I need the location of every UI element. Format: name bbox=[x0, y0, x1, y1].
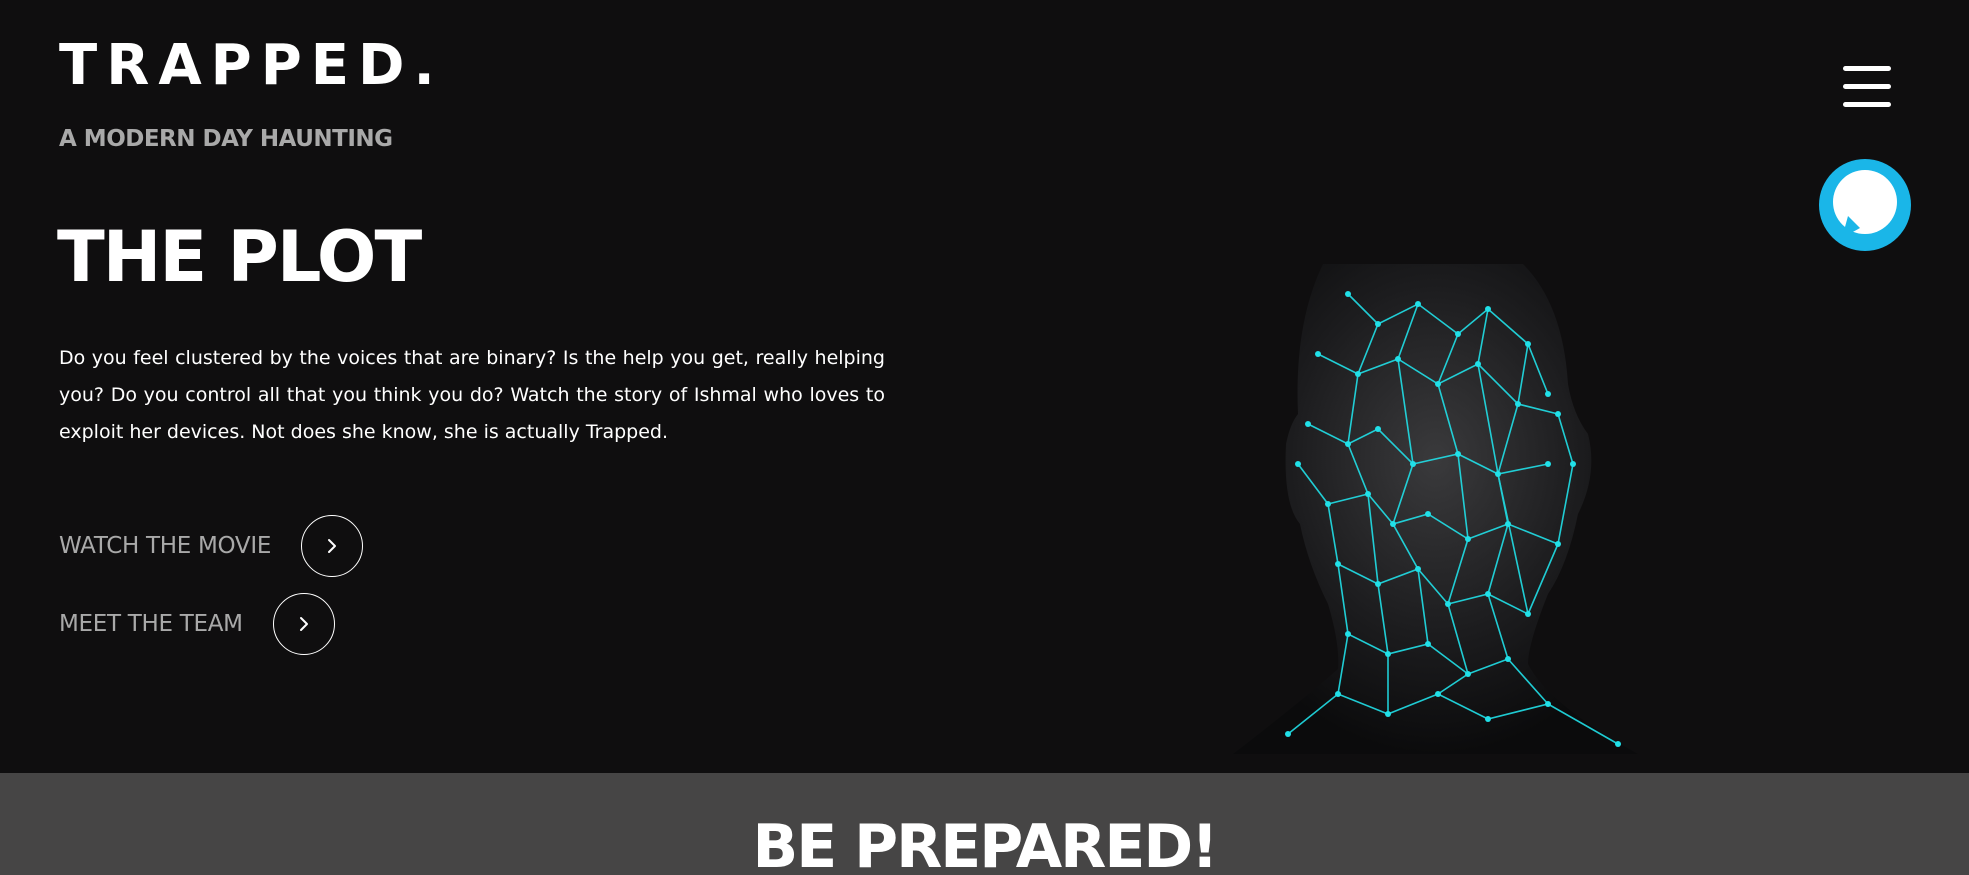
watch-movie-label: WATCH THE MOVIE bbox=[59, 533, 272, 559]
watch-movie-button[interactable] bbox=[301, 515, 364, 577]
hamburger-menu-icon[interactable] bbox=[1843, 64, 1891, 108]
plot-description: Do you feel clustered by the voices that… bbox=[59, 347, 885, 443]
meet-team-button[interactable] bbox=[272, 593, 335, 655]
chevron-right-icon bbox=[328, 539, 337, 553]
meet-team-label: MEET THE TEAM bbox=[59, 611, 243, 637]
site-logo[interactable]: TRAPPED. bbox=[59, 36, 444, 96]
meet-team-link[interactable]: MEET THE TEAM bbox=[59, 593, 335, 655]
chevron-right-icon bbox=[299, 617, 308, 631]
tagline: A MODERN DAY HAUNTING bbox=[59, 126, 393, 152]
be-prepared-section: BE PREPARED! bbox=[0, 773, 1969, 875]
hero-section: TRAPPED. A MODERN DAY HAUNTING THE PLOT … bbox=[0, 0, 1969, 773]
page-title: THE PLOT bbox=[57, 216, 422, 298]
section-title: BE PREPARED! bbox=[752, 812, 1218, 875]
logo-text: TRAPPED. bbox=[59, 33, 444, 98]
face-network-illustration bbox=[1233, 264, 1638, 754]
watch-movie-link[interactable]: WATCH THE MOVIE bbox=[59, 515, 364, 577]
alexa-icon[interactable] bbox=[1818, 158, 1912, 252]
